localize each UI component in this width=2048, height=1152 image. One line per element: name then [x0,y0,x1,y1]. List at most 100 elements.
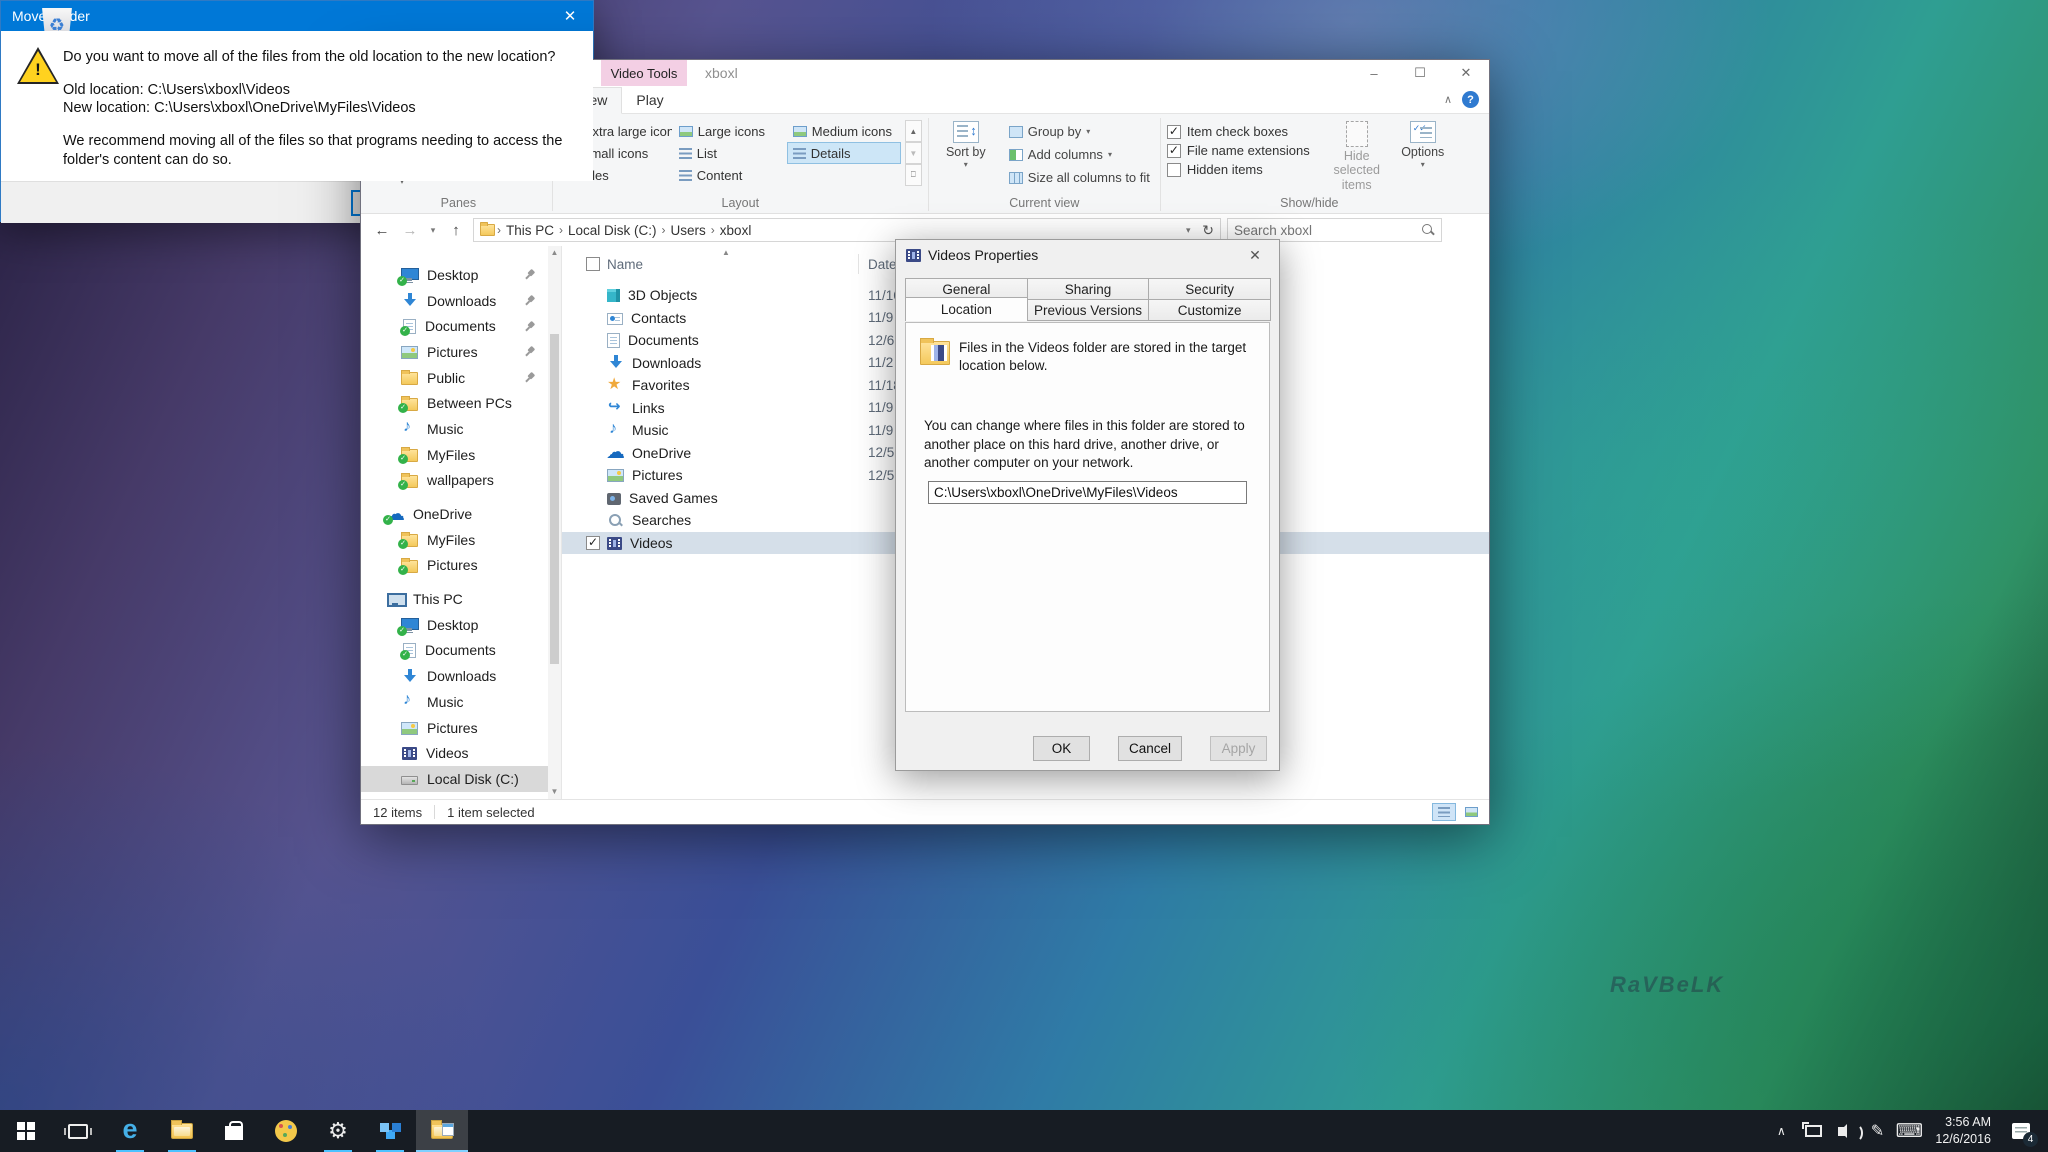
address-dropdown-icon[interactable]: ▾ [1182,225,1194,236]
help-icon[interactable]: ? [1462,91,1479,108]
breadcrumb-this-pc[interactable]: This PC [501,223,559,238]
properties-tab-sharing[interactable]: Sharing [1027,278,1150,300]
taskbar-3d-builder-button[interactable] [364,1110,416,1152]
sort-by-button[interactable]: Sort by ▾ [935,118,997,169]
collapse-ribbon-icon[interactable]: ∧ [1444,93,1452,106]
sidebar-item-music[interactable]: Music [361,689,561,715]
column-divider[interactable] [858,254,859,274]
taskbar-clock[interactable]: 3:56 AM 12/6/2016 [1925,1114,2001,1148]
group-by-button[interactable]: Group by▾ [1005,121,1154,142]
taskbar-explorer-window-button[interactable] [416,1110,468,1152]
target-path-input[interactable] [928,481,1247,504]
sidebar-item-pictures[interactable]: ✓Pictures [361,553,561,579]
close-icon[interactable]: ✕ [1240,247,1270,264]
properties-tab-customize[interactable]: Customize [1148,299,1271,321]
sidebar-item-documents[interactable]: ✓Documents [361,313,561,339]
gallery-more-icon[interactable]: ⎕ [905,164,922,186]
sidebar-item-label: Public [427,370,515,386]
close-icon[interactable]: ✕ [547,1,593,31]
options-button[interactable]: Options ▾ [1394,118,1452,169]
tab-play[interactable]: Play [622,88,677,113]
layout-medium-icons-button[interactable]: Medium icons [787,120,901,142]
row-checkbox[interactable] [586,536,600,550]
layout-large-icons-button[interactable]: Large icons [673,120,787,142]
sidebar-item-downloads[interactable]: Downloads [361,663,561,689]
layout-content-button[interactable]: Content [673,164,787,186]
close-button[interactable]: ✕ [1443,60,1489,86]
search-icon [607,513,624,528]
sidebar-item-myfiles[interactable]: ✓MyFiles [361,442,561,468]
tray-chevron-up-button[interactable]: ∧ [1765,1110,1797,1152]
taskbar-start-button[interactable] [0,1110,52,1152]
taskbar-paint-palette-button[interactable] [260,1110,312,1152]
sidebar-item-onedrive[interactable]: ✓OneDrive [361,501,561,527]
sidebar-item-desktop[interactable]: ✓Desktop [361,612,561,638]
back-icon[interactable]: ← [371,222,393,239]
sidebar-item-myfiles[interactable]: ✓MyFiles [361,527,561,553]
tray-volume-button[interactable] [1829,1110,1861,1152]
sidebar-item-desktop[interactable]: ✓Desktop [361,262,561,288]
scroll-down-icon[interactable]: ▼ [548,785,561,799]
sidebar-item-wallpapers[interactable]: ✓wallpapers [361,468,561,494]
select-all-checkbox[interactable] [586,257,600,271]
sidebar-scrollbar[interactable]: ▲ ▼ [548,246,561,799]
video-tools-contextual-tab[interactable]: Video Tools [601,60,687,86]
tray-network-button[interactable] [1797,1110,1829,1152]
taskbar-settings-button[interactable]: ⚙ [312,1110,364,1152]
ok-button[interactable]: OK [1033,736,1090,761]
details-view-button[interactable] [1432,803,1456,821]
forward-icon[interactable]: → [399,222,421,239]
properties-tab-previous-versions[interactable]: Previous Versions [1027,299,1150,321]
gallery-up-icon[interactable]: ▲ [905,120,922,142]
details-label: Details [811,146,851,161]
hidden-items-checkbox[interactable] [1167,163,1181,177]
layout-details-button[interactable]: Details [787,142,901,164]
sidebar-item-this-pc[interactable]: This PC [361,586,561,612]
cancel-button[interactable]: Cancel [1118,736,1182,761]
sidebar-item-pictures[interactable]: Pictures [361,339,561,365]
thumbnail-view-button[interactable] [1459,803,1483,821]
taskbar-file-explorer-button[interactable] [156,1110,208,1152]
item-check-boxes-checkbox[interactable] [1167,125,1181,139]
gallery-down-icon[interactable]: ▼ [905,142,922,164]
taskbar-edge-button[interactable]: e [104,1110,156,1152]
breadcrumb-xboxl[interactable]: xboxl [715,223,757,238]
tray-pen-button[interactable]: ✎ [1861,1110,1893,1152]
navigation-pane: ✓DesktopDownloads✓DocumentsPicturesPubli… [361,246,562,799]
sidebar-item-music[interactable]: Music [361,416,561,442]
taskbar-store-button[interactable] [208,1110,260,1152]
up-icon[interactable]: ↑ [445,222,467,239]
search-icon[interactable] [1421,223,1435,237]
add-columns-button[interactable]: Add columns▾ [1005,144,1154,165]
sidebar-item-local-disk-c[interactable]: Local Disk (C:) [361,766,561,792]
name-column-header[interactable]: Name [607,257,855,272]
size-all-columns-to-fit-button[interactable]: Size all columns to fit [1005,167,1154,188]
date-column-header[interactable]: Date [868,257,897,272]
breadcrumb-users[interactable]: Users [666,223,711,238]
properties-tab-location[interactable]: Location [905,297,1028,321]
sidebar-item-downloads[interactable]: Downloads [361,288,561,314]
picture-icon [401,346,418,359]
sidebar-item-public[interactable]: Public [361,365,561,391]
recent-locations-icon[interactable]: ▾ [427,225,439,236]
layout-list-button[interactable]: List [673,142,787,164]
hide-selected-items-button[interactable]: Hide selected items [1320,118,1394,192]
apply-button[interactable]: Apply [1210,736,1267,761]
sidebar-item-videos[interactable]: Videos [361,740,561,766]
refresh-icon[interactable]: ↻ [1202,222,1214,239]
sidebar-item-pictures[interactable]: Pictures [361,715,561,741]
sidebar-item-documents[interactable]: ✓Documents [361,638,561,664]
tray-keyboard-button[interactable]: ⌨ [1893,1110,1925,1152]
sidebar-item-between-pcs[interactable]: ✓Between PCs [361,390,561,416]
taskbar-task-view-button[interactable] [52,1110,104,1152]
breadcrumb-local-disk-c[interactable]: Local Disk (C:) [563,223,662,238]
action-center-button[interactable]: 4 [2001,1110,2041,1152]
properties-tab-security[interactable]: Security [1148,278,1271,300]
minimize-button[interactable]: – [1351,60,1397,86]
sync-check-icon: ✓ [398,454,408,464]
maximize-button[interactable]: ☐ [1397,60,1443,86]
search-input[interactable] [1234,223,1421,238]
scrollbar-thumb[interactable] [550,334,559,664]
file-name-extensions-checkbox[interactable] [1167,144,1181,158]
scroll-up-icon[interactable]: ▲ [548,246,561,260]
